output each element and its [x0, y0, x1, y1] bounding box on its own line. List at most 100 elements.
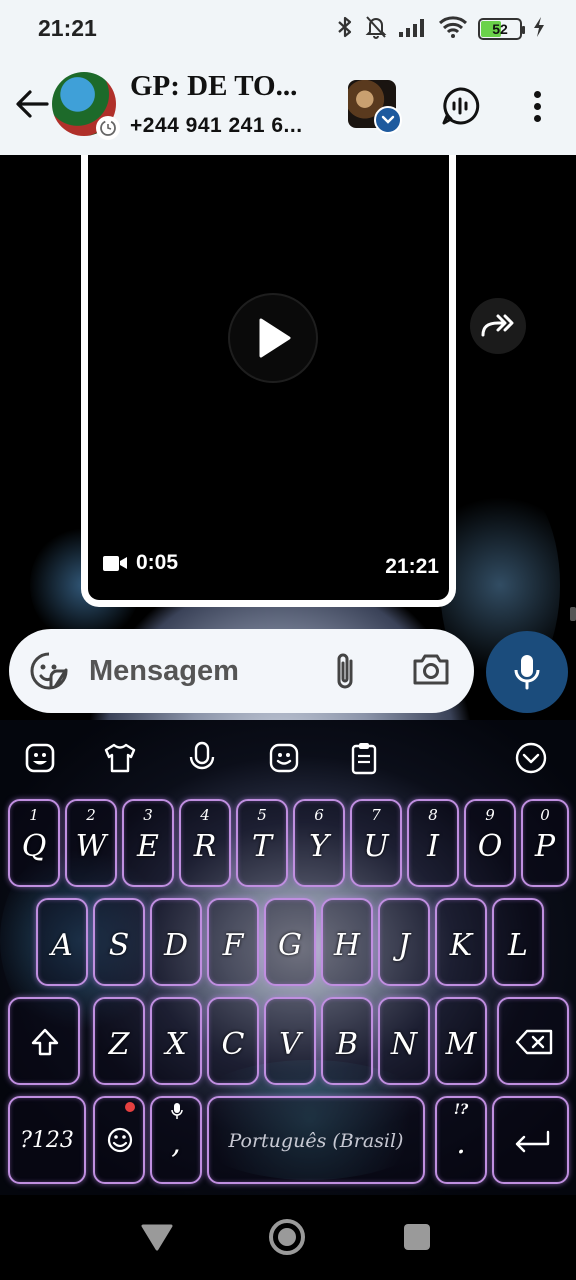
key-l[interactable]: L: [492, 898, 544, 986]
key-e[interactable]: 3E: [122, 799, 174, 887]
key-q[interactable]: 1Q: [8, 799, 60, 887]
chat-header: GP: DE TO... +244 941 241 6...: [0, 56, 576, 155]
camera-button[interactable]: [411, 651, 453, 691]
scrollbar[interactable]: [570, 607, 576, 621]
key-label: E: [137, 829, 159, 864]
period-key[interactable]: !? .: [435, 1096, 487, 1184]
key-h[interactable]: H: [321, 898, 373, 986]
space-key[interactable]: Português (Brasil): [207, 1096, 425, 1184]
key-w[interactable]: 2W: [65, 799, 117, 887]
key-label: P: [534, 829, 556, 864]
notification-dot: [125, 1102, 135, 1112]
voice-input-icon[interactable]: [184, 740, 220, 776]
video-camera-icon: [103, 556, 127, 571]
charging-icon: [532, 16, 546, 43]
video-message[interactable]: 0:05 21:21: [81, 155, 456, 607]
nav-back-button[interactable]: [140, 1223, 174, 1256]
key-t[interactable]: 5T: [236, 799, 288, 887]
voice-record-button[interactable]: [486, 631, 568, 713]
key-c[interactable]: C: [207, 997, 259, 1085]
key-b[interactable]: B: [321, 997, 373, 1085]
key-a[interactable]: A: [36, 898, 88, 986]
emoji-key[interactable]: [93, 1096, 145, 1184]
key-j[interactable]: J: [378, 898, 430, 986]
attach-button[interactable]: [329, 651, 363, 691]
collapse-icon[interactable]: [513, 740, 549, 776]
key-number: 5: [257, 806, 267, 824]
nav-recents-button[interactable]: [404, 1224, 430, 1250]
key-label: Q: [21, 829, 47, 864]
forward-button[interactable]: [470, 298, 526, 354]
key-label: H: [333, 928, 361, 963]
key-o[interactable]: 9O: [464, 799, 516, 887]
nav-home-button[interactable]: [269, 1219, 305, 1255]
clipboard-icon[interactable]: [346, 740, 382, 776]
key-number: 9: [485, 806, 495, 824]
key-label: L: [508, 928, 528, 963]
sticker-button[interactable]: [29, 651, 69, 691]
key-f[interactable]: F: [207, 898, 259, 986]
key-y[interactable]: 6Y: [293, 799, 345, 887]
key-g[interactable]: G: [264, 898, 316, 986]
back-button[interactable]: [12, 84, 52, 124]
key-number: 4: [200, 806, 210, 824]
backspace-icon: [515, 1029, 553, 1055]
camera-icon: [413, 654, 449, 685]
key-x[interactable]: X: [150, 997, 202, 1085]
key-r[interactable]: 4R: [179, 799, 231, 887]
chat-subtitle[interactable]: +244 941 241 6...: [130, 114, 303, 138]
key-d[interactable]: D: [150, 898, 202, 986]
enter-key[interactable]: [492, 1096, 569, 1184]
key-number: 8: [428, 806, 438, 824]
comma-key[interactable]: ,: [150, 1096, 202, 1184]
key-label: U: [363, 829, 389, 864]
key-m[interactable]: M: [435, 997, 487, 1085]
mic-icon: [514, 655, 540, 690]
key-p[interactable]: 0P: [521, 799, 569, 887]
key-number: 3: [143, 806, 153, 824]
video-duration: 0:05: [102, 551, 178, 575]
key-v[interactable]: V: [264, 997, 316, 1085]
key-label: Z: [108, 1027, 130, 1062]
key-i[interactable]: 8I: [407, 799, 459, 887]
key-label: D: [163, 928, 189, 963]
key-k[interactable]: K: [435, 898, 487, 986]
shift-key[interactable]: [8, 997, 80, 1085]
mute-icon: [364, 14, 388, 45]
key-label: W: [75, 829, 107, 864]
key-number: 1: [29, 806, 39, 824]
play-button[interactable]: [228, 293, 318, 383]
voice-chat-button[interactable]: [440, 86, 480, 126]
keyboard: 1Q 2W 3E 4R 5T 6Y 7U 8I 9O 0P A S D F G …: [0, 720, 576, 1195]
system-nav-bar: [0, 1195, 576, 1280]
key-s[interactable]: S: [93, 898, 145, 986]
message-input[interactable]: [89, 647, 309, 695]
backspace-key[interactable]: [497, 997, 569, 1085]
video-duration-text: 0:05: [136, 551, 179, 574]
more-options-button[interactable]: [522, 86, 552, 126]
emoji-icon[interactable]: [22, 740, 58, 776]
key-u[interactable]: 7U: [350, 799, 402, 887]
emoji-face-icon[interactable]: [266, 740, 302, 776]
status-icons: 52: [336, 14, 546, 44]
forward-icon: [481, 314, 514, 337]
message-time: 21:21: [385, 555, 439, 578]
key-z[interactable]: Z: [93, 997, 145, 1085]
chevron-down-icon[interactable]: [374, 106, 402, 134]
theme-shirt-icon[interactable]: [102, 740, 138, 776]
more-vert-icon: [533, 90, 541, 98]
chat-title[interactable]: GP: DE TO...: [130, 70, 297, 103]
shift-icon: [31, 1028, 59, 1056]
key-label: S: [108, 928, 130, 963]
key-label: G: [278, 928, 302, 963]
enter-icon: [515, 1130, 550, 1153]
key-label: X: [165, 1027, 187, 1062]
key-hint: !?: [453, 1102, 469, 1118]
key-n[interactable]: N: [378, 997, 430, 1085]
battery-icon: 52: [478, 18, 525, 40]
key-number: 0: [540, 806, 550, 824]
key-label: V: [279, 1027, 301, 1062]
space-label: Português (Brasil): [228, 1130, 404, 1152]
symbols-key[interactable]: ?123: [8, 1096, 86, 1184]
key-label: A: [51, 928, 73, 963]
